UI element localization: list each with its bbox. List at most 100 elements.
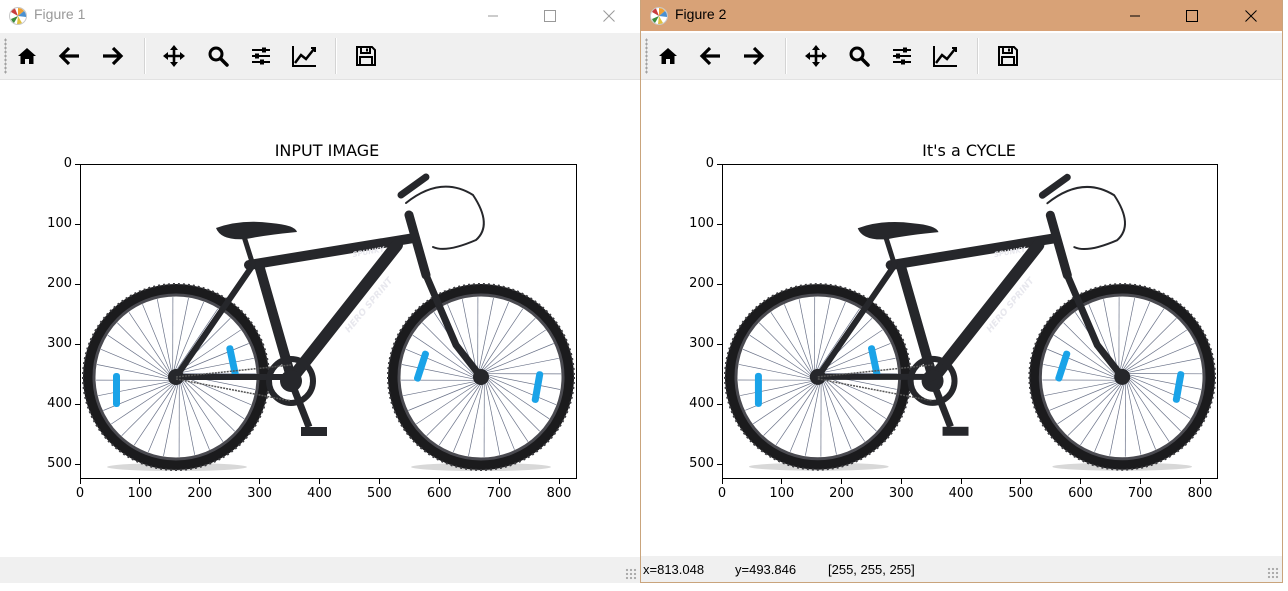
bicycle-frame (814, 173, 1126, 383)
configure-subplots-button[interactable] (247, 42, 275, 70)
close-icon (1245, 9, 1257, 22)
edit-axis-button[interactable] (290, 42, 318, 70)
close-button[interactable] (586, 0, 632, 31)
saddle (857, 221, 939, 240)
y-tick-label: 400 (689, 396, 714, 411)
x-tick (139, 479, 141, 484)
zoom-button[interactable] (845, 42, 873, 70)
x-tick (721, 479, 723, 484)
x-tick (1020, 479, 1022, 484)
back-button[interactable] (56, 42, 84, 70)
save-button[interactable] (352, 42, 380, 70)
minimize-button[interactable] (1112, 0, 1158, 31)
y-tick-label: 100 (47, 216, 72, 231)
configure-subplots-button[interactable] (888, 42, 916, 70)
toolbar-separator (785, 38, 787, 74)
matplotlib-logo-icon (9, 7, 27, 25)
y-tick-label: 300 (47, 336, 72, 351)
x-tick (1080, 479, 1082, 484)
maximize-button[interactable] (1169, 0, 1215, 31)
y-tick (717, 403, 722, 405)
maximize-icon (1186, 9, 1198, 22)
maximize-icon (544, 9, 556, 22)
toolbar-grip[interactable] (645, 38, 648, 74)
arrow-right-icon (744, 46, 765, 66)
x-tick (199, 479, 201, 484)
y-tick (75, 163, 80, 165)
bicycle-image: HERO SPRINT SPUNKY (82, 173, 575, 471)
image-axes[interactable]: HERO SPRINT SPUNKY (80, 164, 577, 479)
x-tick-label: 500 (366, 486, 392, 501)
y-tick-label: 0 (705, 156, 714, 171)
x-tick-label: 100 (127, 486, 153, 501)
x-tick-label: 300 (888, 486, 914, 501)
edit-axis-button[interactable] (931, 42, 959, 70)
y-tick (75, 343, 80, 345)
cursor-y-readout: y=493.846 (735, 562, 797, 577)
saddle (216, 221, 297, 240)
axes-title: It's a CYCLE (922, 141, 1016, 160)
line-chart-icon (292, 46, 316, 67)
y-tick (717, 343, 722, 345)
x-tick-label: 300 (247, 486, 273, 501)
forward-button[interactable] (98, 42, 126, 70)
x-tick-label: 0 (75, 486, 85, 501)
x-tick (960, 479, 962, 484)
x-tick-label: 0 (717, 486, 727, 501)
home-button[interactable] (654, 42, 682, 70)
move-icon (163, 45, 185, 67)
matplotlib-logo-icon (650, 7, 668, 25)
toolbar-grip[interactable] (4, 38, 7, 74)
sliders-icon (252, 47, 270, 65)
navigation-toolbar (641, 33, 1282, 80)
toolbar-separator (335, 38, 337, 74)
resize-grip[interactable] (625, 568, 637, 580)
close-icon (603, 9, 615, 22)
line-chart-icon (933, 46, 957, 67)
cursor-x-readout: x=813.048 (643, 562, 705, 577)
zoom-button[interactable] (204, 42, 232, 70)
title-bar[interactable]: Figure 2 (641, 0, 1282, 31)
x-tick-label: 400 (948, 486, 974, 501)
axes-title: INPUT IMAGE (274, 141, 380, 160)
arrow-right-icon (103, 46, 124, 66)
x-tick (1199, 479, 1201, 484)
home-button[interactable] (13, 42, 41, 70)
floppy-disk-icon (356, 46, 376, 66)
minimize-button[interactable] (470, 0, 516, 31)
pan-button[interactable] (160, 42, 188, 70)
y-tick (717, 223, 722, 225)
x-tick-label: 800 (1187, 486, 1213, 501)
move-icon (805, 45, 827, 67)
x-tick-label: 200 (829, 486, 854, 501)
save-button[interactable] (994, 42, 1022, 70)
y-tick (717, 163, 722, 165)
x-tick-label: 500 (1008, 486, 1034, 501)
minimize-icon (488, 15, 498, 16)
pan-button[interactable] (802, 42, 830, 70)
resize-grip[interactable] (1267, 567, 1279, 579)
title-bar[interactable]: Figure 1 (0, 0, 640, 31)
x-tick-label: 800 (546, 486, 572, 501)
x-tick (900, 479, 902, 484)
magnifier-icon (849, 46, 870, 67)
back-button[interactable] (697, 42, 725, 70)
image-axes[interactable]: HERO SPRINT SPUNKY (722, 164, 1218, 479)
forward-button[interactable] (739, 42, 767, 70)
floppy-disk-icon (998, 46, 1018, 66)
y-tick (75, 403, 80, 405)
minimize-icon (1130, 15, 1140, 16)
arrow-left-icon (58, 46, 79, 66)
y-tick-label: 200 (689, 276, 714, 291)
x-tick-label: 600 (1068, 486, 1093, 501)
window-title: Figure 1 (34, 6, 86, 22)
magnifier-icon (208, 46, 229, 67)
x-tick (259, 479, 261, 484)
y-tick-label: 100 (689, 216, 714, 231)
window-title: Figure 2 (675, 6, 727, 22)
figure-2-window: Figure 2 It's a CYCLE HERO SPRINT SPUNKY… (640, 0, 1283, 583)
toolbar-separator (977, 38, 979, 74)
maximize-button[interactable] (527, 0, 573, 31)
close-button[interactable] (1228, 0, 1274, 31)
y-tick-label: 300 (689, 336, 714, 351)
